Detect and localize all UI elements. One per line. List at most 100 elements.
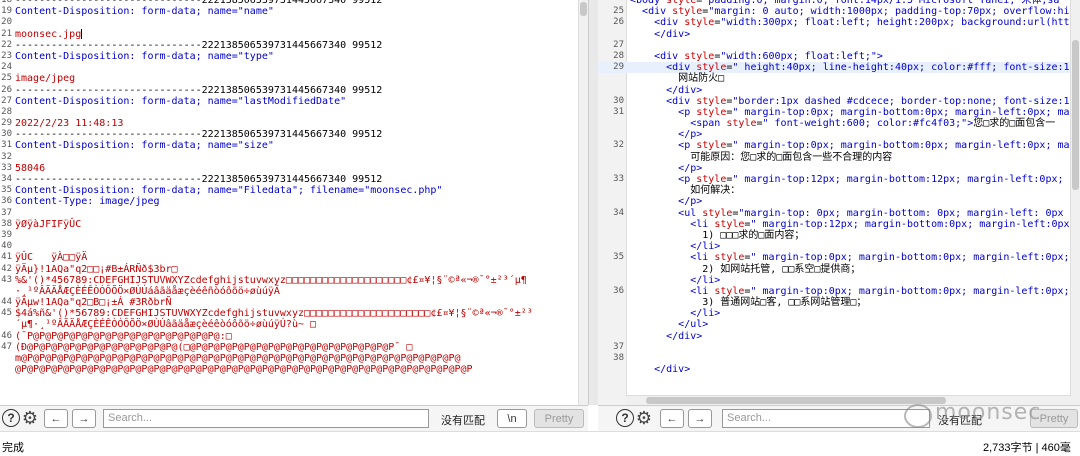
line-text: Content-Disposition: form-data; name="la… [15, 95, 347, 107]
request-search-input[interactable]: Search... [103, 409, 429, 428]
line-text: -------------------------------222138506… [15, 174, 383, 185]
line-text: Content-Disposition: form-data; name="na… [15, 6, 274, 18]
request-line[interactable]: 31 Content-Disposition: form-data; name="… [0, 140, 588, 151]
settings-gear-icon[interactable]: ⚙ [20, 408, 40, 428]
request-line[interactable]: 45 $4á%ñ&'()*56789:CDEFGHIJSTUVWXYZcdefgh… [0, 308, 588, 319]
request-line[interactable]: 30 -------------------------------2221385… [0, 129, 588, 140]
response-line[interactable]: 如何解决： [598, 185, 1080, 196]
line-number: 38 [1, 218, 12, 229]
response-line[interactable]: 网站防火□ [598, 73, 1080, 84]
request-line[interactable]: 29 2022/2/23 11:48:13 [0, 118, 588, 129]
response-line[interactable]: </div> [598, 29, 1080, 40]
help-icon[interactable]: ? [616, 409, 634, 427]
response-line[interactable]: 25 <div style="margin: 0 auto; width:100… [598, 6, 1080, 17]
line-number: 21 [1, 28, 12, 39]
response-line[interactable]: 26 <div style="width:300px; float:left; … [598, 17, 1080, 28]
request-line[interactable]: 22 -------------------------------2221385… [0, 40, 588, 51]
response-line[interactable]: </li> [598, 275, 1080, 286]
line-number: 32 [1, 151, 12, 162]
next-match-button[interactable]: → [688, 409, 712, 428]
response-line[interactable]: 32 <p style=" margin-top:0px; margin-bot… [598, 140, 1080, 151]
response-line[interactable]: 27 [598, 40, 1080, 51]
response-line[interactable]: </li> [598, 241, 1080, 252]
request-line[interactable]: ´µ¶·¸¹ºÂÃÄÅÆÇÈÉÊÒÓÔÕÖ×ØÙÚâãäåæçèéêòóôõö÷… [0, 319, 588, 330]
line-number: 31 [613, 106, 624, 117]
request-line[interactable]: 46 (¯P@P@P@P@P@P@P@P@P@P@P@P@P@P@P@P@:□ [0, 331, 588, 342]
response-hscroll-thumb[interactable] [646, 397, 946, 404]
request-scroll-thumb[interactable] [580, 2, 587, 16]
request-pretty-button[interactable]: Pretty [534, 409, 584, 428]
request-line[interactable]: 21 moonsec.jpg [0, 28, 588, 40]
response-line[interactable]: 30 <div style="border:1px dashed #cdcece… [598, 96, 1080, 107]
request-line[interactable]: 41 ÿÛC ÿÀ□□ÿÄ [0, 252, 588, 263]
request-line[interactable]: 27 Content-Disposition: form-data; name="… [0, 96, 588, 107]
response-line[interactable]: 31 <p style=" margin-top:0px; margin-bot… [598, 107, 1080, 118]
line-text: </div> [654, 28, 691, 40]
request-editor[interactable]: 18 -------------------------------2221385… [0, 0, 588, 405]
request-line[interactable]: m@P@P@P@P@P@P@P@P@P@P@P@P@P@P@P@P@P@P@P@… [0, 353, 588, 364]
previous-match-button[interactable]: ← [660, 409, 684, 428]
newline-toggle-button[interactable]: \n [497, 409, 527, 428]
response-scroll-thumb[interactable] [1072, 40, 1079, 190]
response-line[interactable]: <span style=" font-weight:600; color:#fc… [598, 118, 1080, 129]
request-line[interactable]: 37 [0, 208, 588, 219]
request-lines: 18 -------------------------------2221385… [0, 0, 588, 375]
request-line[interactable]: 19 Content-Disposition: form-data; name="… [0, 6, 588, 17]
request-line[interactable]: 26 -------------------------------2221385… [0, 85, 588, 96]
request-line[interactable]: 47 (Ð@P@P@P@P@P@P@P@P@P@P@P@P@(□@P@P@P@P@… [0, 342, 588, 353]
line-number: 31 [1, 140, 12, 151]
response-editor[interactable]: <body style="padding:0; margin:0; font:1… [598, 0, 1080, 405]
response-line[interactable]: 可能原因：您□求的□面包含一些不合理的内容 [598, 152, 1080, 163]
line-number: 37 [1, 207, 12, 218]
arrow-left-icon: ← [666, 412, 678, 425]
response-line[interactable]: 33 <p style=" margin-top:12px; margin-bo… [598, 174, 1080, 185]
response-line[interactable]: 29 <div style=" height:40px; line-height… [598, 62, 1080, 74]
response-line[interactable]: 1) □□□求的□面内容； [598, 230, 1080, 241]
request-line[interactable]: 23 Content-Disposition: form-data; name="… [0, 51, 588, 62]
request-line[interactable]: 38 ÿØÿàJFIFÿÛC [0, 219, 588, 230]
line-text: $4á%ñ&'()*56789:CDEFGHIJSTUVWXYZcdefghij… [15, 308, 533, 320]
response-line[interactable]: </div> [598, 331, 1080, 342]
response-line[interactable]: </ul> [598, 319, 1080, 330]
response-search-input[interactable]: Search... [722, 409, 930, 428]
response-line[interactable]: 35 <li style=" margin-top:0px; margin-bo… [598, 252, 1080, 263]
response-line[interactable]: </p> [598, 129, 1080, 140]
request-line[interactable]: 25 image/jpeg [0, 73, 588, 84]
request-line[interactable]: 36 Content-Type: image/jpeg [0, 196, 588, 207]
request-line[interactable]: 35 Content-Disposition: form-data; name="… [0, 185, 588, 196]
previous-match-button[interactable]: ← [44, 409, 68, 428]
response-line[interactable]: </div> [598, 85, 1080, 96]
request-line[interactable]: 44 ÿÄµw!1AQa"q2□B□¡±Á #3RðbrÑ [0, 297, 588, 308]
response-line[interactable]: 36 <li style=" margin-top:0px; margin-bo… [598, 286, 1080, 297]
next-match-button[interactable]: → [72, 409, 96, 428]
request-line[interactable]: 33 58046 [0, 163, 588, 174]
request-line[interactable]: 39 [0, 230, 588, 241]
response-line[interactable]: 37 [598, 342, 1080, 353]
line-number: 40 [1, 241, 12, 252]
request-line[interactable]: 32 [0, 152, 588, 163]
request-line[interactable]: 40 [0, 241, 588, 252]
response-line[interactable]: 2) 如网站托管, □□系空□提供商； [598, 264, 1080, 275]
response-line[interactable]: </p> [598, 196, 1080, 207]
response-line[interactable]: </div> [598, 364, 1080, 375]
request-line[interactable]: 34 -------------------------------2221385… [0, 174, 588, 185]
line-text: ÿÄµ}!1AQa"q2□□¡#B±ÁRÑð$3br□ [15, 263, 178, 275]
request-line[interactable]: @P@P@P@P@P@P@P@P@P@P@P@P@P@P@P@P@P@P@P@P… [0, 364, 588, 375]
response-line[interactable]: 38 [598, 353, 1080, 364]
request-line[interactable]: 20 [0, 17, 588, 28]
response-line[interactable]: </p> [598, 163, 1080, 174]
request-line[interactable]: 28 [0, 107, 588, 118]
response-vertical-scrollbar[interactable] [1070, 0, 1080, 405]
response-line[interactable]: 28 <div style="width:600px; float:left;"… [598, 51, 1080, 62]
help-icon[interactable]: ? [2, 409, 20, 427]
request-line[interactable]: 43 %&'()*456789:CDEFGHIJSTUVWXYZcdefghijs… [0, 275, 588, 286]
response-line[interactable]: </li> [598, 308, 1080, 319]
response-line[interactable]: 34 <ul style="margin-top: 0px; margin-bo… [598, 208, 1080, 219]
response-line[interactable]: <li style=" margin-top:12px; margin-bott… [598, 219, 1080, 230]
request-line[interactable]: ·¸¹ºÂÃÄÅÆÇÈÉÊÒÓÔÕÖ×ØÙÚáâãäåæçèéêñòóôõö÷ø… [0, 286, 588, 297]
request-vertical-scrollbar[interactable] [578, 0, 588, 405]
settings-gear-icon[interactable]: ⚙ [634, 408, 654, 428]
response-line[interactable]: 3) 普通网站□客, □□系网站管理□； [598, 297, 1080, 308]
request-line[interactable]: 42 ÿÄµ}!1AQa"q2□□¡#B±ÁRÑð$3br□ [0, 264, 588, 275]
request-line[interactable]: 24 [0, 62, 588, 73]
